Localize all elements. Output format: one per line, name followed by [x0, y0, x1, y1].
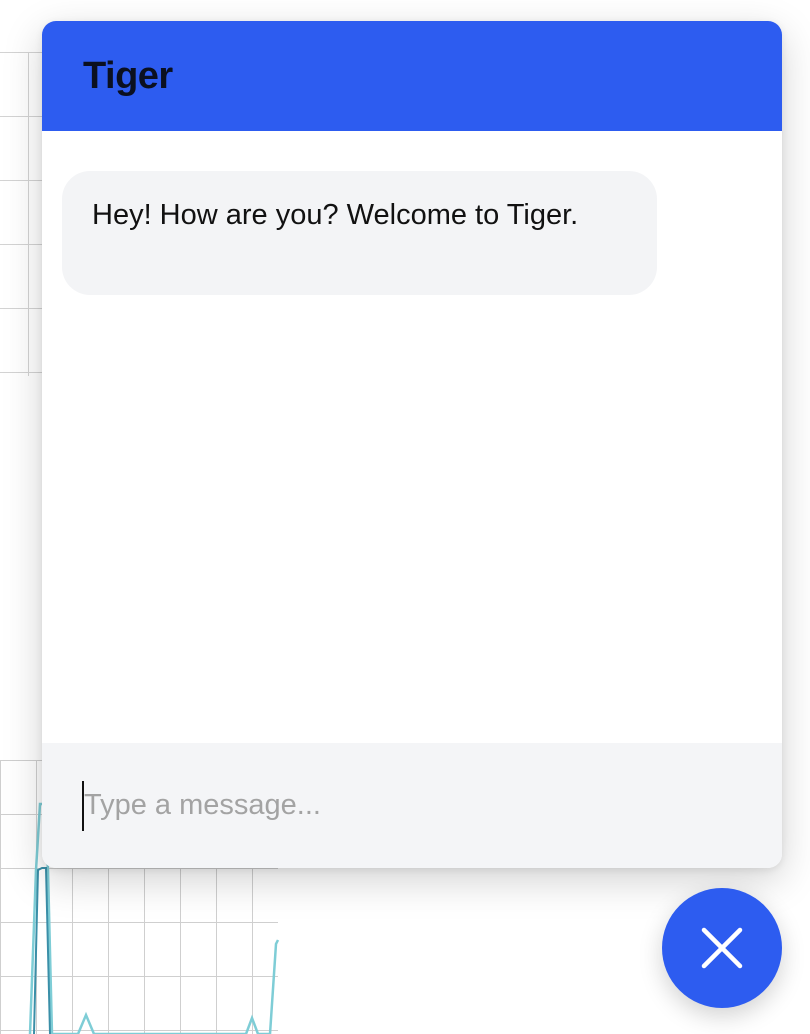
chat-message-list: Hey! How are you? Welcome to Tiger.	[42, 131, 782, 743]
chat-window: Tiger Hey! How are you? Welcome to Tiger…	[42, 21, 782, 868]
message-input[interactable]	[82, 780, 732, 831]
chat-input-bar	[42, 743, 782, 868]
chat-title: Tiger	[83, 54, 173, 97]
bot-message-bubble: Hey! How are you? Welcome to Tiger.	[62, 171, 657, 295]
close-icon	[701, 927, 743, 969]
chat-header: Tiger	[42, 21, 782, 131]
chat-close-button[interactable]	[662, 888, 782, 1008]
